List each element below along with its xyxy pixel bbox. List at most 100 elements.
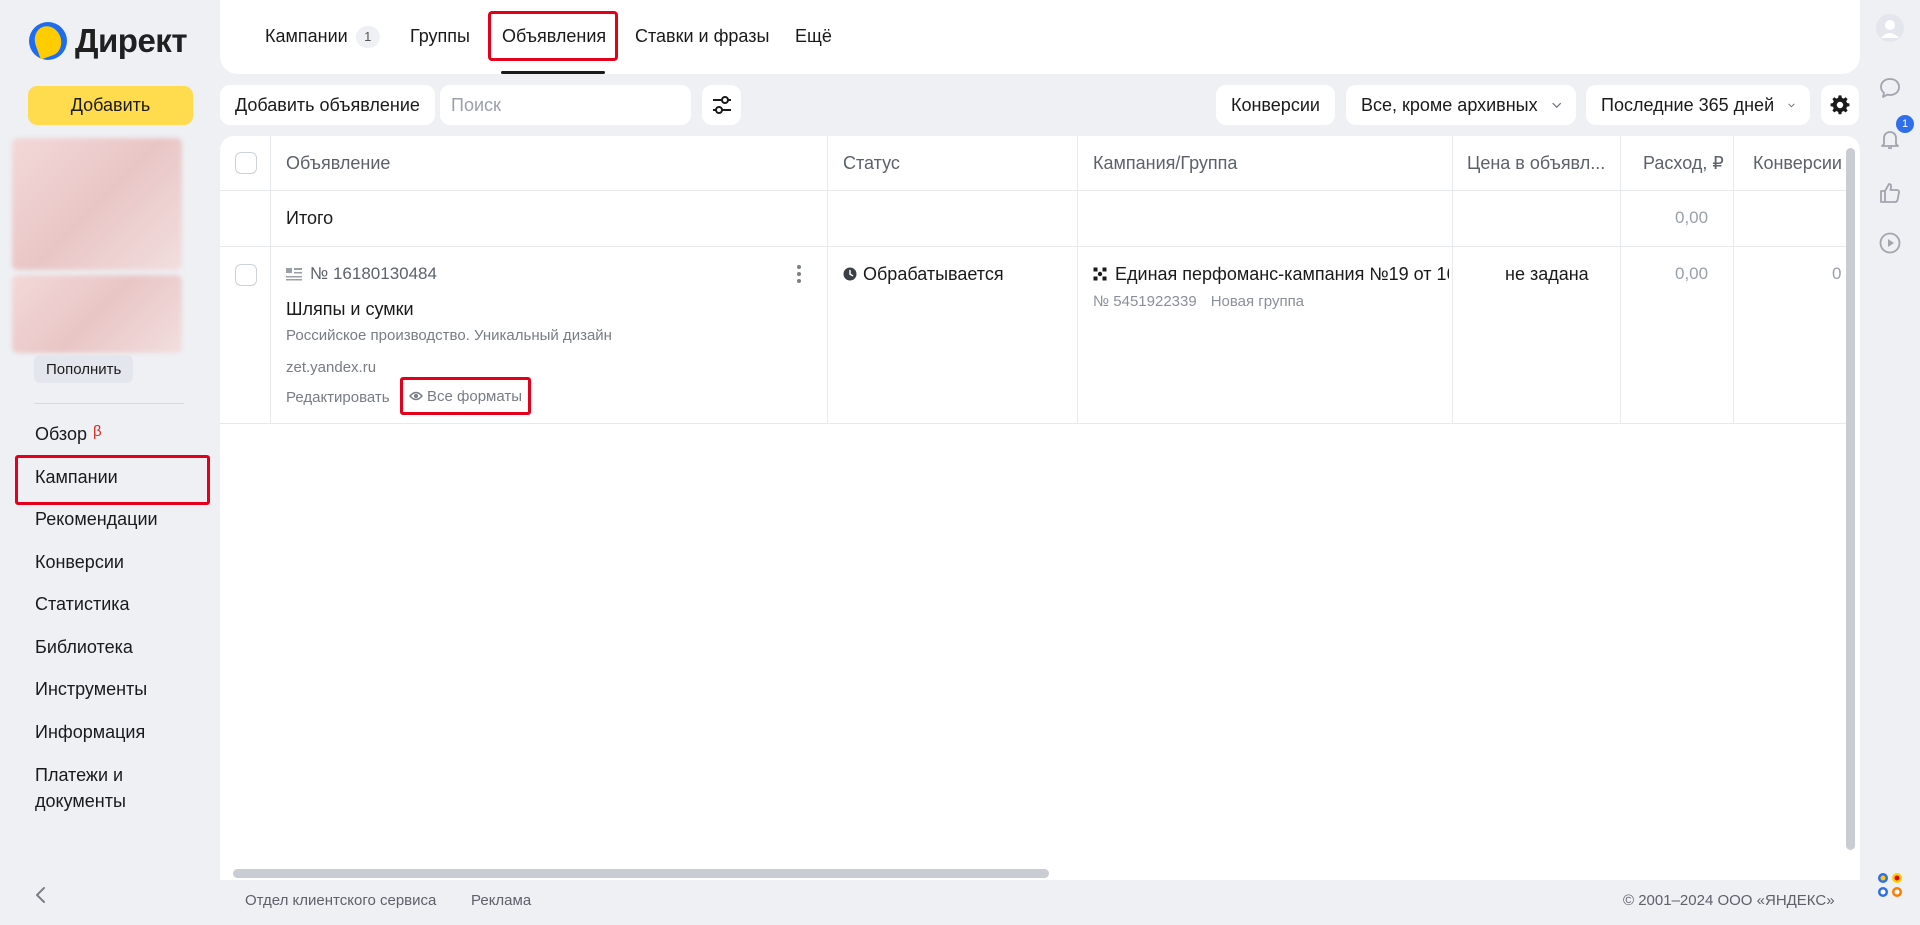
column-divider — [1077, 136, 1078, 424]
thumbs-up-icon — [1880, 183, 1900, 203]
conversions-button[interactable]: Конверсии — [1216, 85, 1335, 125]
sidebar-item-statistics[interactable]: Статистика — [0, 592, 218, 616]
sidebar-item-label: Обзор — [35, 424, 87, 444]
sidebar-item-label: Кампании — [35, 466, 118, 487]
sidebar-item-tools[interactable]: Инструменты — [0, 677, 218, 701]
tab-label: Группы — [410, 26, 470, 46]
period-select[interactable]: Последние 365 дней — [1586, 85, 1810, 125]
vertical-scrollbar[interactable] — [1846, 148, 1855, 850]
ad-id-text: № 16180130484 — [310, 264, 437, 283]
eye-icon — [409, 391, 423, 401]
tab-bids-phrases[interactable]: Ставки и фразы — [635, 24, 769, 48]
chat-icon — [1880, 78, 1900, 98]
topup-button[interactable]: Пополнить — [34, 355, 134, 383]
add-ad-button[interactable]: Добавить объявление — [220, 85, 435, 125]
campaign-name: Единая перфоманс-кампания №19 от 16 — [1115, 264, 1449, 284]
chevron-down-icon — [1788, 102, 1795, 107]
logo[interactable]: Директ — [29, 22, 187, 60]
tab-ads[interactable]: Объявления — [502, 24, 606, 48]
all-formats-label: Все форматы — [427, 387, 523, 405]
campaigns-count-badge: 1 — [355, 26, 380, 48]
horizontal-scrollbar[interactable] — [233, 869, 1049, 878]
column-header-price[interactable]: Цена в объявл... — [1467, 152, 1605, 174]
column-header-status[interactable]: Статус — [843, 152, 900, 174]
sidebar-item-conversions[interactable]: Конверсии — [0, 550, 218, 574]
tab-campaigns[interactable]: Кампании 1 — [265, 24, 380, 48]
tab-label: Объявления — [502, 26, 607, 46]
group-id: № 5451922339 — [1093, 293, 1197, 310]
tab-label: Ставки и фразы — [635, 26, 770, 46]
column-header-ad[interactable]: Объявление — [286, 152, 390, 174]
balance-info-blurred — [12, 275, 182, 353]
user-avatar[interactable] — [1875, 13, 1905, 43]
column-divider — [270, 136, 271, 424]
column-header-campaign-group[interactable]: Кампания/Группа — [1093, 152, 1237, 174]
column-divider — [1620, 136, 1621, 424]
row-divider — [220, 190, 1847, 191]
edit-ad-link[interactable]: Редактировать — [286, 387, 390, 409]
filter-settings-button[interactable] — [702, 85, 741, 125]
text-ad-icon — [286, 268, 302, 281]
period-value: Последние 365 дней — [1601, 94, 1775, 115]
chat-button[interactable] — [1875, 73, 1905, 103]
status-text: Обрабатывается — [863, 264, 1004, 284]
sidebar-item-label: Информация — [35, 721, 146, 742]
search-input[interactable] — [440, 85, 691, 125]
sidebar-item-recommendations[interactable]: Рекомендации — [0, 507, 218, 531]
ad-status: Обрабатывается — [843, 263, 1004, 285]
ad-price: не задана — [1505, 264, 1589, 284]
ad-text: Российское производство. Уникальный диза… — [286, 327, 612, 344]
row-checkbox[interactable] — [235, 264, 257, 286]
apps-icon[interactable] — [1875, 870, 1905, 900]
total-spend: 0,00 — [1675, 208, 1709, 227]
feedback-button[interactable] — [1875, 178, 1905, 208]
logo-text: Директ — [75, 22, 187, 59]
sidebar-item-label: Рекомендации — [35, 509, 158, 529]
collapse-sidebar-icon[interactable] — [32, 884, 50, 906]
support-link[interactable]: Отдел клиентского сервиса — [245, 892, 436, 909]
campaign-link[interactable]: Единая перфоманс-кампания №19 от 16 — [1093, 263, 1449, 285]
tab-groups[interactable]: Группы — [410, 24, 470, 48]
sidebar-item-information[interactable]: Информация — [0, 720, 218, 744]
sidebar-item-label: Библиотека — [35, 636, 133, 657]
sidebar-item-payments[interactable]: Платежи и документы — [0, 762, 150, 814]
column-divider — [827, 136, 828, 424]
tab-more[interactable]: Ещё — [795, 24, 832, 48]
sidebar-item-campaigns[interactable]: Кампании — [0, 454, 218, 505]
ad-id: № 16180130484 — [286, 263, 437, 285]
sidebar: Директ Добавить Пополнить Обзор β Кампани… — [0, 0, 218, 925]
total-row-label: Итого — [286, 208, 334, 228]
video-tutorials-button[interactable] — [1875, 228, 1905, 258]
status-filter-value: Все, кроме архивных — [1361, 94, 1538, 115]
all-formats-link[interactable]: Все форматы — [400, 377, 532, 415]
ad-spend: 0,00 — [1675, 264, 1709, 283]
add-button[interactable]: Добавить — [28, 86, 193, 125]
beta-badge: β — [93, 423, 102, 440]
ad-domain: zet.yandex.ru — [286, 359, 377, 376]
chevron-down-icon — [1551, 102, 1561, 108]
column-header-spend[interactable]: Расход, ₽ — [1643, 152, 1724, 174]
group-name-link[interactable]: Новая группа — [1211, 293, 1304, 310]
column-header-conversions[interactable]: Конверсии — [1753, 152, 1842, 174]
status-filter-select[interactable]: Все, кроме архивных — [1346, 85, 1576, 125]
table-settings-button[interactable] — [1821, 85, 1859, 125]
more-actions-icon[interactable] — [795, 263, 803, 285]
gear-icon — [1830, 95, 1850, 115]
direct-logo-icon — [29, 22, 67, 60]
avatar-icon — [1876, 14, 1904, 42]
play-icon — [1879, 232, 1901, 254]
sidebar-item-library[interactable]: Библиотека — [0, 635, 218, 659]
select-all-checkbox[interactable] — [235, 152, 257, 174]
tabs-panel: Кампании 1 Группы Объявления Ставки и фра… — [220, 0, 1860, 74]
column-divider — [1733, 136, 1734, 424]
row-divider — [220, 246, 1847, 247]
account-info-blurred — [12, 138, 182, 270]
advertising-link[interactable]: Реклама — [471, 892, 531, 909]
tab-label: Кампании — [265, 26, 348, 46]
ad-title: Шляпы и сумки — [286, 299, 414, 319]
sidebar-item-overview[interactable]: Обзор β — [0, 420, 218, 446]
tab-active-underline — [501, 71, 605, 74]
column-divider — [1452, 136, 1453, 424]
row-divider — [220, 423, 1847, 424]
ad-conversions: 0 — [1832, 264, 1842, 283]
